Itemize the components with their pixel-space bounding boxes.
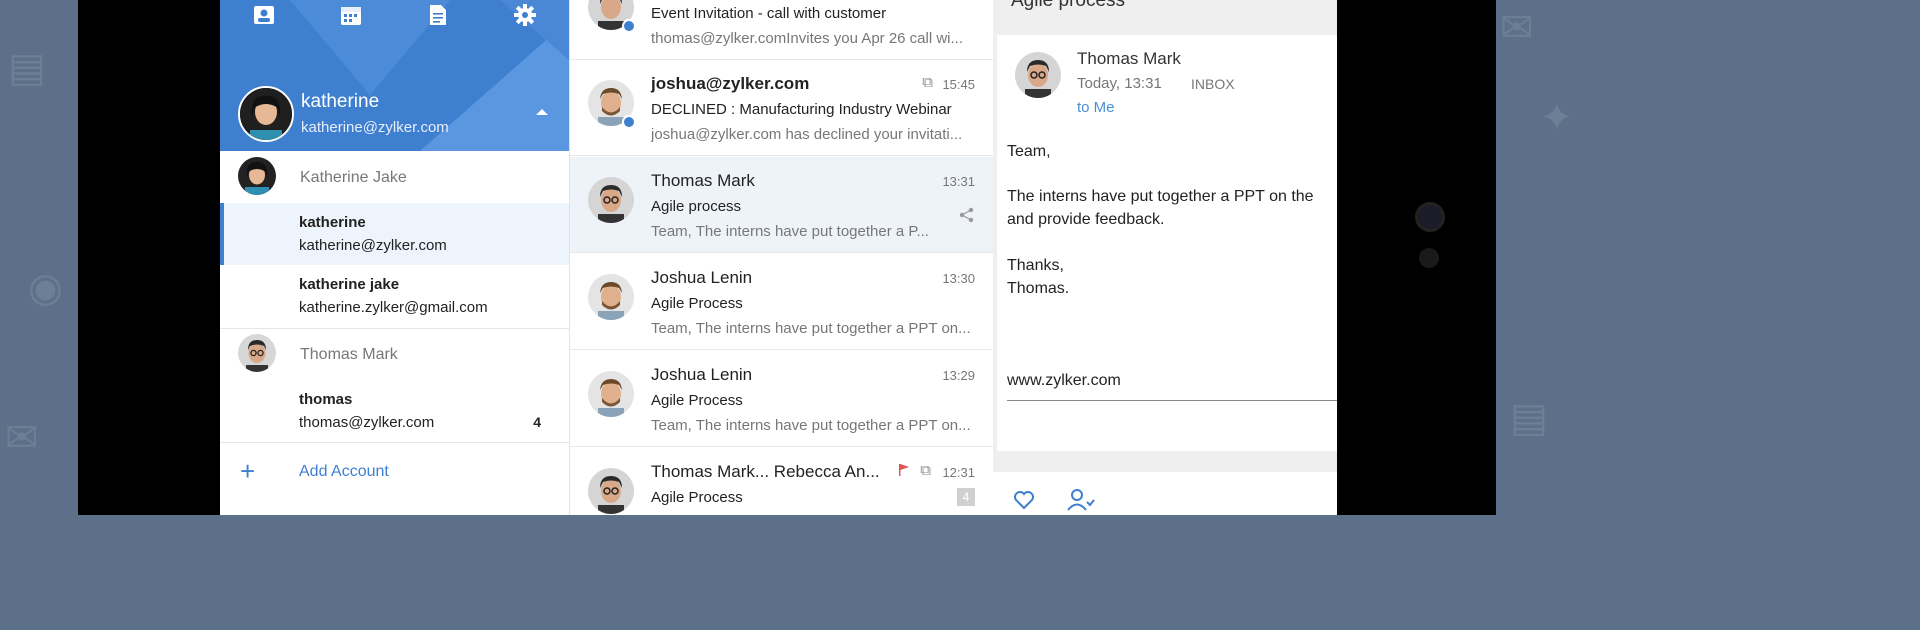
background-envelope-icon: ✉ [1500,6,1534,50]
plus-icon: + [240,456,256,486]
account-group-title: Katherine Jake [300,169,407,186]
mail-time: 12:31 [942,465,975,480]
account-item-katherine[interactable]: katherine katherine@zylker.com [220,203,569,265]
recipient-link[interactable]: to Me [1077,99,1115,116]
body-line: The interns have put together a PPT on t… [1007,188,1314,205]
account-name: katherine jake [299,276,400,293]
mail-sender: Thomas Mark [651,171,755,190]
mail-sender: joshua@zylker.com [651,74,810,93]
mail-time: 15:45 [942,77,975,92]
add-account-label: Add Account [299,463,389,480]
mail-sender: Joshua Lenin [651,268,753,287]
body-line: Thomas. [1007,280,1070,297]
mail-preview: thomas@zylker.comInvites you Apr 26 call… [651,30,964,47]
avatar [588,177,634,223]
avatar [238,334,276,372]
app-screen: katherine katherine@zylker.com Katherine… [220,0,1337,515]
account-group-title: Thomas Mark [300,346,398,363]
camera-lens-icon [1415,202,1445,232]
mail-list: Event Invitation - call with customer th… [570,0,993,515]
current-account-avatar[interactable] [238,86,294,142]
mail-time: 13:31 [942,174,975,189]
divider [220,442,569,443]
mail-subject: Agile process [651,198,742,215]
heart-icon[interactable] [1013,490,1035,510]
background-document-icon: ▤ [1510,396,1548,440]
mail-item[interactable]: Thomas Mark... Rebecca An... ⧉ 12:31 Agi… [570,448,993,515]
calendar-icon[interactable] [338,2,364,28]
background-gear-icon: ✦ [1540,96,1574,140]
account-email: katherine@zylker.com [299,237,447,254]
account-email: thomas@zylker.com [299,414,435,431]
account-name: thomas [299,391,353,408]
avatar [588,371,634,417]
divider [220,328,569,329]
mail-card: Thomas Mark Today, 13:31 INBOX to Me Tea… [997,35,1337,451]
background-contact-icon: ◉ [28,266,63,310]
sender-avatar[interactable] [1015,52,1061,98]
current-account-email: katherine@zylker.com [301,119,449,136]
sidebar-header: katherine katherine@zylker.com [220,0,569,151]
mail-preview: Team, The interns have put together a P.… [651,223,929,240]
account-switch-caret-icon[interactable] [536,109,548,115]
thread-count-badge: 4 [957,488,975,506]
mail-subject: Agile Process [651,489,743,506]
mail-subject: DECLINED : Manufacturing Industry Webina… [651,101,952,118]
add-account-button[interactable]: + Add Account [220,445,569,501]
mail-time: 13:30 [942,271,975,286]
action-bar [993,472,1337,515]
unread-count: 4 [533,414,541,430]
attachment-icon: ⧉ [920,462,931,479]
account-item-katherine-jake[interactable]: katherine jake katherine.zylker@gmail.co… [220,265,569,327]
account-name: katherine [299,214,366,231]
body-line: Team, [1007,143,1051,160]
mail-item-selected[interactable]: Thomas Mark 13:31 Agile process Team, Th… [570,157,993,253]
contacts-icon[interactable] [251,2,277,28]
mail-item[interactable]: Joshua Lenin 13:30 Agile Process Team, T… [570,254,993,350]
avatar [588,274,634,320]
mail-date: Today, 13:31 [1077,75,1162,92]
body-line: Thanks, [1007,257,1064,274]
body-line: and provide feedback. [1007,211,1165,228]
mail-sender: Joshua Lenin [651,365,753,384]
current-account-name: katherine [301,91,380,112]
avatar [588,468,634,514]
signature-link[interactable]: www.zylker.com [1007,372,1121,390]
mail-item[interactable]: Event Invitation - call with customer th… [570,0,993,60]
attachment-icon: ⧉ [922,74,933,91]
unread-dot [622,19,636,33]
mail-preview: Team, The interns have put together a PP… [651,320,971,337]
account-item-thomas[interactable]: thomas thomas@zylker.com 4 [220,380,569,442]
mail-item[interactable]: joshua@zylker.com ⧉ 15:45 DECLINED : Man… [570,60,993,156]
share-icon[interactable] [959,207,975,227]
reading-pane: Agile process Thomas Mark Today, 13:31 I… [993,0,1337,515]
notes-icon[interactable] [425,2,451,28]
mail-time: 13:29 [942,368,975,383]
background-envelope-icon: ✉ [5,416,39,460]
mail-preview: joshua@zylker.com has declined your invi… [651,126,963,143]
mail-item[interactable]: Joshua Lenin 13:29 Agile Process Team, T… [570,351,993,447]
flag-icon[interactable] [899,464,909,476]
mail-subject: Agile Process [651,295,743,312]
account-sidebar: katherine katherine@zylker.com Katherine… [220,0,570,515]
background-document-icon: ▤ [8,46,46,90]
mail-subject: Event Invitation - call with customer [651,5,887,22]
mail-sender: Thomas Mark... Rebecca An... [651,462,880,481]
mail-preview: Team, The interns have put together a PP… [651,417,971,434]
sender-name: Thomas Mark [1077,49,1181,68]
settings-icon[interactable] [512,2,538,28]
contact-follow-icon[interactable] [1067,488,1095,512]
mail-subject-title: Agile process [1011,0,1126,11]
mail-subject: Agile Process [651,392,743,409]
camera-sensor-icon [1419,248,1439,268]
folder-label: INBOX [1191,76,1235,92]
avatar [238,157,276,195]
unread-dot [622,115,636,129]
signature-divider [1007,400,1337,401]
account-email: katherine.zylker@gmail.com [299,299,488,316]
